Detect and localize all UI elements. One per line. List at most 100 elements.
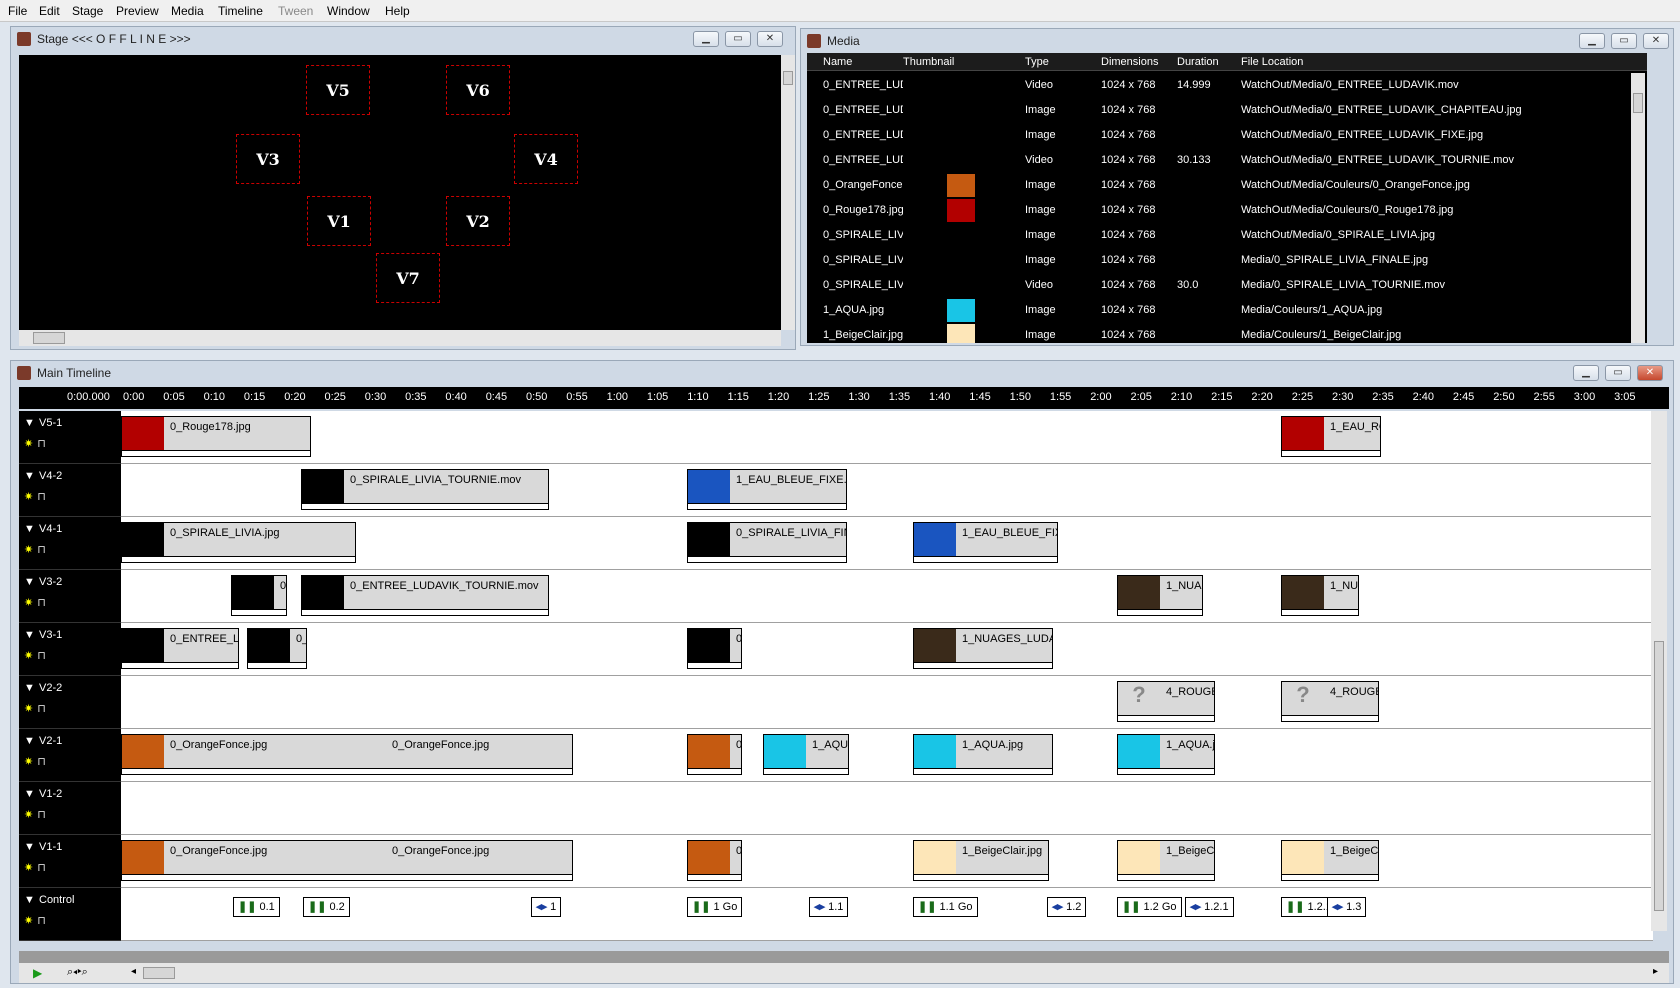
media-clip[interactable]: 0 [231,575,287,616]
collapse-triangle-icon[interactable]: ▼ [24,894,35,906]
hscroll-thumb[interactable] [33,332,65,344]
media-clip[interactable]: 0_OrangeFonce.jpg 0_OrangeFonce.jpg [121,840,573,881]
minimize-button[interactable]: ▁ [693,31,719,47]
display-v4[interactable]: V4 [514,134,578,184]
media-clip[interactable]: 1_BeigeClair.jpg [913,840,1049,881]
track-header[interactable]: ▼ Control ✷ ⊓ [19,888,121,941]
track-body[interactable]: 0_SPIRALE_LIVIA.jpg 0_SPIRALE_LIVIA_FINAL… [121,517,1653,570]
collapse-triangle-icon[interactable]: ▼ [24,841,35,853]
collapse-triangle-icon[interactable]: ▼ [24,523,35,535]
minimize-button[interactable]: ▁ [1579,33,1605,49]
sun-icon[interactable]: ✷ [24,703,33,715]
menu-help[interactable]: Help [385,4,410,18]
menu-window[interactable]: Window [327,4,370,18]
media-clip[interactable]: 0_Rouge178.jpg [121,416,311,457]
play-icon[interactable]: ▶ [33,966,42,980]
track-body[interactable]: ❚❚ 0.1 ❚❚ 0.2 ◂▸ 1 ❚❚ 1 Go ◂▸ 1.1 ❚❚ 1.1 Go ◂▸… [121,888,1653,941]
media-row[interactable]: 0_SPIRALE_LIVI Image 1024 x 768 Media/0_SPI… [807,248,1647,273]
media-clip[interactable]: 0_SPIRALE_LIVIA.jpg [121,522,356,563]
stage-canvas[interactable]: V5 V6 V3 V4 V1 V2 V7 [19,55,789,330]
display-v6[interactable]: V6 [446,65,510,115]
maximize-button[interactable]: ▭ [725,31,751,47]
close-button[interactable]: ✕ [1643,33,1669,49]
track-header[interactable]: ▼ V2-2 ✷ ⊓ [19,676,121,729]
lock-icon[interactable]: ⊓ [37,703,46,715]
menu-stage[interactable]: Stage [72,4,103,18]
media-clip[interactable]: 0 [687,840,742,881]
track-header[interactable]: ▼ V3-1 ✷ ⊓ [19,623,121,676]
track-header[interactable]: ▼ V3-2 ✷ ⊓ [19,570,121,623]
sun-icon[interactable]: ✷ [24,491,33,503]
menu-preview[interactable]: Preview [116,4,159,18]
close-button[interactable]: ✕ [757,31,783,47]
cue-marker[interactable]: ❚❚ 0.1 [233,897,280,917]
cue-marker[interactable]: ◂▸ 1.1 [809,897,849,917]
media-row[interactable]: 0_ENTREE_LUDA Image 1024 x 768 WatchOut/Med… [807,123,1647,148]
media-row[interactable]: 0_OrangeFonce. Image 1024 x 768 WatchOut/Me… [807,173,1647,198]
media-row[interactable]: 1_BeigeClair.jpg Image 1024 x 768 Media/Cou… [807,323,1647,343]
track-body[interactable]: 0_OrangeFonce.jpg 0_OrangeFonce.jpg 0 1_Bei… [121,835,1653,888]
cue-marker[interactable]: ❚❚ 1.2 Go [1117,897,1182,917]
zoom-controls-icon[interactable]: ⌕◂▸⌕ [67,966,88,979]
media-row[interactable]: 0_SPIRALE_LIVI Image 1024 x 768 WatchOut/Me… [807,223,1647,248]
sun-icon[interactable]: ✷ [24,809,33,821]
media-clip[interactable]: ? 4_ROUGE.JP( [1117,681,1215,722]
media-clip[interactable]: 0_SPIRALE_LIVIA_TOURNIE.mov [301,469,549,510]
media-clip[interactable]: 1_AQUA.jp [1117,734,1215,775]
lock-icon[interactable]: ⊓ [37,862,46,874]
sun-icon[interactable]: ✷ [24,915,33,927]
maximize-button[interactable]: ▭ [1611,33,1637,49]
collapse-triangle-icon[interactable]: ▼ [24,470,35,482]
collapse-triangle-icon[interactable]: ▼ [24,788,35,800]
track-header[interactable]: ▼ V4-2 ✷ ⊓ [19,464,121,517]
sun-icon[interactable]: ✷ [24,544,33,556]
collapse-triangle-icon[interactable]: ▼ [24,417,35,429]
time-ruler[interactable]: 0:00.000 0:00 0:05 0:10 0:15 0:20 0:25 0:30 0:3… [19,387,1669,409]
display-v5[interactable]: V5 [306,65,370,115]
vscroll-thumb[interactable] [783,71,793,85]
cue-marker[interactable]: ◂▸ 1.2 [1047,897,1087,917]
media-clip[interactable]: 0_OrangeFonce.jpg 0_OrangeFonce.jpg [121,734,573,775]
media-clip[interactable]: 1_NUAGES_LUDAVI [913,628,1053,669]
col-file-location[interactable]: File Location [1241,56,1303,68]
media-row[interactable]: 0_Rouge178.jpg Image 1024 x 768 WatchOut/Me… [807,198,1647,223]
collapse-triangle-icon[interactable]: ▼ [24,735,35,747]
media-clip[interactable]: 1_EAU_BLEUE_FIXE. [913,522,1058,563]
track-body[interactable] [121,782,1653,835]
media-clip[interactable]: 1_EAU_RO [1281,416,1381,457]
media-clip[interactable]: 1_EAU_BLEUE_FIXE.jpg [687,469,847,510]
lock-icon[interactable]: ⊓ [37,544,46,556]
timeline-vscrollbar[interactable] [1651,411,1667,931]
stage-vscrollbar[interactable] [781,55,795,330]
cue-marker[interactable]: ❚❚ 1.1 Go [913,897,978,917]
media-clip[interactable]: 0_ [247,628,307,669]
media-row[interactable]: 0_ENTREE_LUDA Image 1024 x 768 WatchOut/Med… [807,98,1647,123]
vscroll-thumb[interactable] [1633,93,1643,113]
media-row[interactable]: 0_ENTREE_LUDA Video 1024 x 768 30.133 WatchO… [807,148,1647,173]
track-body[interactable]: 0_SPIRALE_LIVIA_TOURNIE.mov 1_EAU_BLEUE_F… [121,464,1653,517]
lock-icon[interactable]: ⊓ [37,597,46,609]
col-duration[interactable]: Duration [1177,56,1219,68]
track-body[interactable]: 0_ENTREE_LUD 0_ 0 1_NUAGES_LUDAVI [121,623,1653,676]
col-dimensions[interactable]: Dimensions [1101,56,1158,68]
sun-icon[interactable]: ✷ [24,597,33,609]
menu-edit[interactable]: Edit [39,4,60,18]
scroll-left-icon[interactable]: ◂ [131,966,136,977]
media-clip[interactable]: 1_NUAG [1117,575,1203,616]
lock-icon[interactable]: ⊓ [37,756,46,768]
col-type[interactable]: Type [1025,56,1049,68]
media-clip[interactable]: 0 [687,628,742,669]
media-clip[interactable]: 0 [687,734,742,775]
media-clip[interactable]: 1_AQUA.jpg [913,734,1053,775]
col-name[interactable]: Name [823,56,852,68]
maximize-button[interactable]: ▭ [1605,365,1631,381]
menu-tween[interactable]: Tween [278,4,313,18]
media-clip[interactable]: ? 4_ROUGE.JP( [1281,681,1379,722]
media-row[interactable]: 1_AQUA.jpg Image 1024 x 768 Media/Couleurs/… [807,298,1647,323]
display-v2[interactable]: V2 [446,196,510,246]
menu-file[interactable]: File [8,4,27,18]
cue-marker[interactable]: ◂▸ 1.2.1 [1185,897,1234,917]
media-clip[interactable]: 0_ENTREE_LUD [121,628,239,669]
lock-icon[interactable]: ⊓ [37,809,46,821]
track-body[interactable]: ? 4_ROUGE.JP( ? 4_ROUGE.JP( [121,676,1653,729]
